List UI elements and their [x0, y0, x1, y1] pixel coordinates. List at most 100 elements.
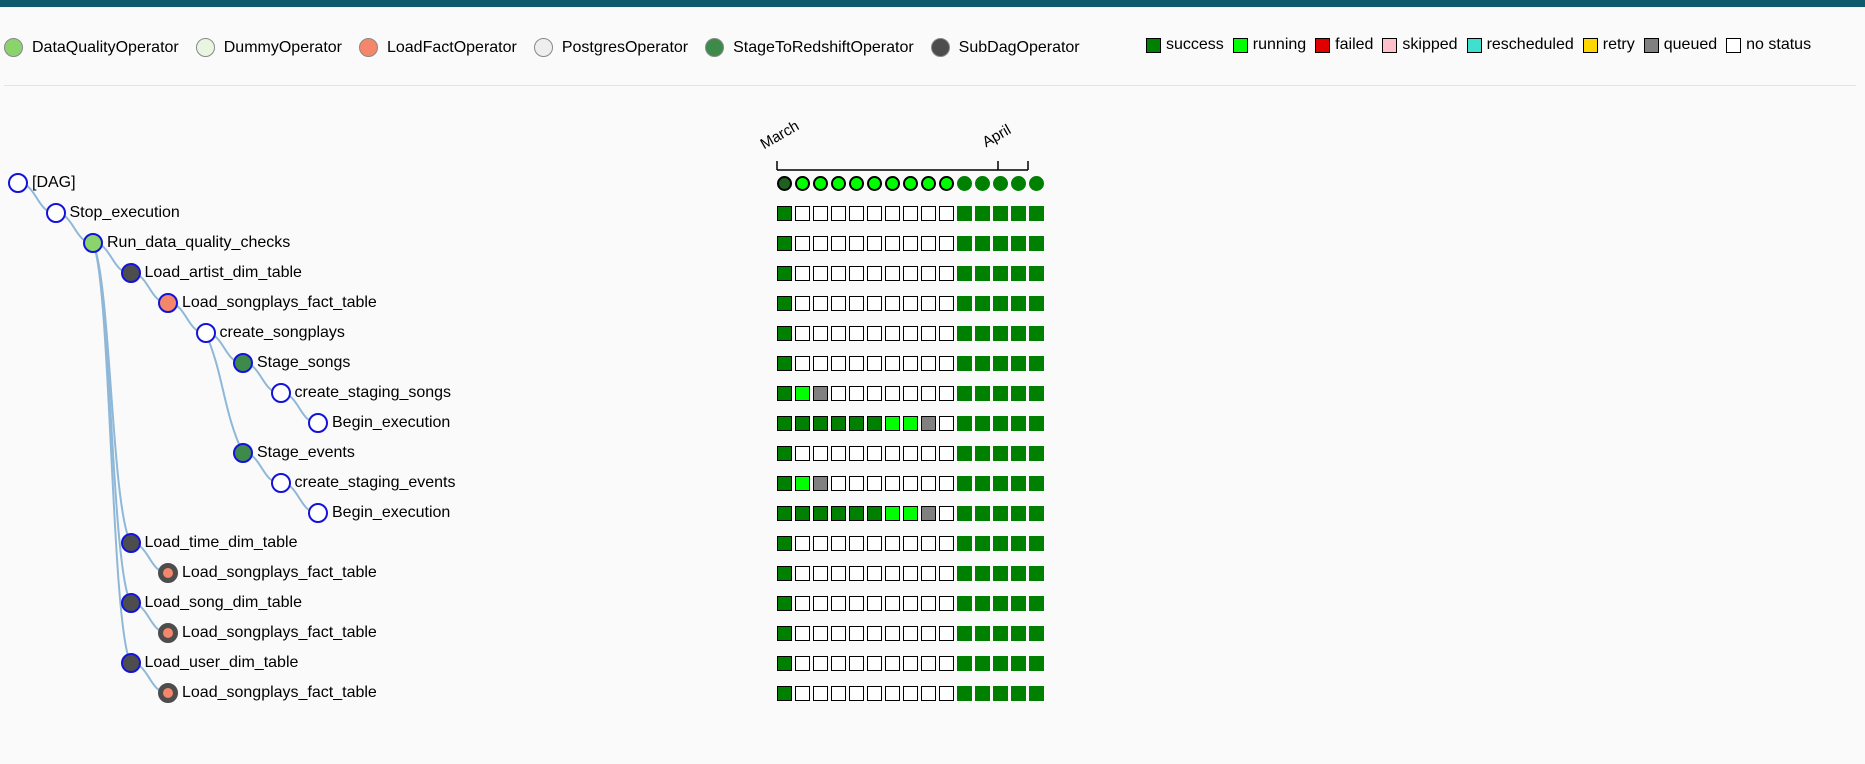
dag-run-running[interactable]: [921, 176, 936, 191]
task-node-circle[interactable]: [158, 293, 178, 313]
task-instance-success[interactable]: [993, 236, 1008, 251]
task-instance-success[interactable]: [867, 416, 882, 431]
task-instance-success[interactable]: [1029, 326, 1044, 341]
task-instance-success[interactable]: [975, 626, 990, 641]
task-instance-no-status[interactable]: [885, 296, 900, 311]
task-instance-success[interactable]: [1011, 356, 1026, 371]
task-label[interactable]: Load_songplays_fact_table: [182, 684, 377, 702]
task-instance-success[interactable]: [1029, 266, 1044, 281]
task-instance-no-status[interactable]: [939, 386, 954, 401]
task-instance-success[interactable]: [957, 386, 972, 401]
task-instance-success[interactable]: [777, 206, 792, 221]
task-instance-success[interactable]: [993, 206, 1008, 221]
task-instance-no-status[interactable]: [885, 266, 900, 281]
task-instance-success[interactable]: [993, 416, 1008, 431]
task-instance-queued[interactable]: [813, 386, 828, 401]
task-label[interactable]: create_staging_songs: [295, 384, 452, 402]
task-instance-running[interactable]: [903, 416, 918, 431]
task-node-load-songplays-fact-table[interactable]: Load_songplays_fact_table: [158, 620, 377, 646]
task-instance-success[interactable]: [813, 416, 828, 431]
task-instance-no-status[interactable]: [849, 686, 864, 701]
task-instance-no-status[interactable]: [849, 446, 864, 461]
task-instance-success[interactable]: [1011, 416, 1026, 431]
task-instance-success[interactable]: [957, 236, 972, 251]
task-instance-success[interactable]: [993, 566, 1008, 581]
task-instance-no-status[interactable]: [867, 476, 882, 491]
task-instance-success[interactable]: [975, 446, 990, 461]
task-instance-no-status[interactable]: [849, 236, 864, 251]
task-instance-success[interactable]: [777, 266, 792, 281]
task-node-load-time-dim-table[interactable]: Load_time_dim_table: [120, 530, 298, 556]
task-instance-no-status[interactable]: [903, 536, 918, 551]
task-instance-no-status[interactable]: [903, 206, 918, 221]
task-instance-success[interactable]: [777, 536, 792, 551]
task-instance-no-status[interactable]: [885, 626, 900, 641]
task-node-load-artist-dim-table[interactable]: Load_artist_dim_table: [120, 260, 302, 286]
task-instance-running[interactable]: [885, 416, 900, 431]
task-instance-success[interactable]: [1029, 296, 1044, 311]
task-instance-success[interactable]: [777, 476, 792, 491]
task-instance-no-status[interactable]: [867, 296, 882, 311]
task-node-load-songplays-fact-table[interactable]: Load_songplays_fact_table: [158, 290, 377, 316]
task-instance-no-status[interactable]: [831, 326, 846, 341]
task-label[interactable]: Stage_songs: [257, 354, 350, 372]
task-instance-success[interactable]: [957, 506, 972, 521]
task-instance-no-status[interactable]: [849, 476, 864, 491]
task-node-create-staging-events[interactable]: create_staging_events: [270, 470, 456, 496]
task-instance-no-status[interactable]: [813, 656, 828, 671]
task-node-run-data-quality-checks[interactable]: Run_data_quality_checks: [83, 230, 290, 256]
task-instance-no-status[interactable]: [849, 386, 864, 401]
task-instance-success[interactable]: [1029, 626, 1044, 641]
task-instance-success[interactable]: [1011, 656, 1026, 671]
task-node-load-songplays-fact-table[interactable]: Load_songplays_fact_table: [158, 680, 377, 706]
task-node-circle[interactable]: [120, 263, 141, 283]
task-instance-running[interactable]: [903, 506, 918, 521]
task-instance-no-status[interactable]: [813, 596, 828, 611]
task-node-circle[interactable]: [308, 503, 328, 523]
dag-run-running[interactable]: [813, 176, 828, 191]
task-node-load-song-dim-table[interactable]: Load_song_dim_table: [120, 590, 302, 616]
task-label[interactable]: Load_songplays_fact_table: [182, 564, 377, 582]
task-instance-no-status[interactable]: [849, 536, 864, 551]
task-instance-no-status[interactable]: [813, 356, 828, 371]
task-node-circle[interactable]: [233, 443, 253, 463]
task-instance-no-status[interactable]: [939, 356, 954, 371]
task-label[interactable]: create_songplays: [220, 324, 345, 342]
task-instance-success[interactable]: [1011, 596, 1026, 611]
task-instance-success[interactable]: [777, 656, 792, 671]
task-instance-success[interactable]: [777, 686, 792, 701]
dag-run-running[interactable]: [939, 176, 954, 191]
task-instance-success[interactable]: [1029, 506, 1044, 521]
task-instance-no-status[interactable]: [849, 206, 864, 221]
task-node-circle[interactable]: [120, 533, 141, 553]
task-instance-success[interactable]: [795, 416, 810, 431]
task-label[interactable]: Load_artist_dim_table: [145, 264, 302, 282]
task-instance-success[interactable]: [1011, 506, 1026, 521]
dag-run-running[interactable]: [885, 176, 900, 191]
task-instance-no-status[interactable]: [921, 236, 936, 251]
task-instance-no-status[interactable]: [903, 386, 918, 401]
task-instance-success[interactable]: [993, 656, 1008, 671]
task-instance-no-status[interactable]: [867, 656, 882, 671]
task-instance-no-status[interactable]: [903, 236, 918, 251]
dag-run-running[interactable]: [795, 176, 810, 191]
task-instance-no-status[interactable]: [921, 686, 936, 701]
task-instance-success[interactable]: [993, 596, 1008, 611]
task-instance-no-status[interactable]: [885, 476, 900, 491]
task-instance-no-status[interactable]: [795, 536, 810, 551]
task-instance-success[interactable]: [777, 506, 792, 521]
task-instance-success[interactable]: [957, 686, 972, 701]
task-label[interactable]: Load_song_dim_table: [145, 594, 302, 612]
task-instance-success[interactable]: [957, 536, 972, 551]
dag-run-success[interactable]: [975, 176, 990, 191]
task-label[interactable]: Load_songplays_fact_table: [182, 624, 377, 642]
dag-run-running[interactable]: [903, 176, 918, 191]
task-instance-no-status[interactable]: [831, 296, 846, 311]
task-node-circle[interactable]: [233, 353, 253, 373]
task-instance-no-status[interactable]: [885, 596, 900, 611]
task-node-circle[interactable]: [158, 563, 178, 583]
task-instance-no-status[interactable]: [831, 596, 846, 611]
task-instance-success[interactable]: [975, 506, 990, 521]
task-instance-success[interactable]: [1029, 206, 1044, 221]
task-instance-no-status[interactable]: [867, 326, 882, 341]
